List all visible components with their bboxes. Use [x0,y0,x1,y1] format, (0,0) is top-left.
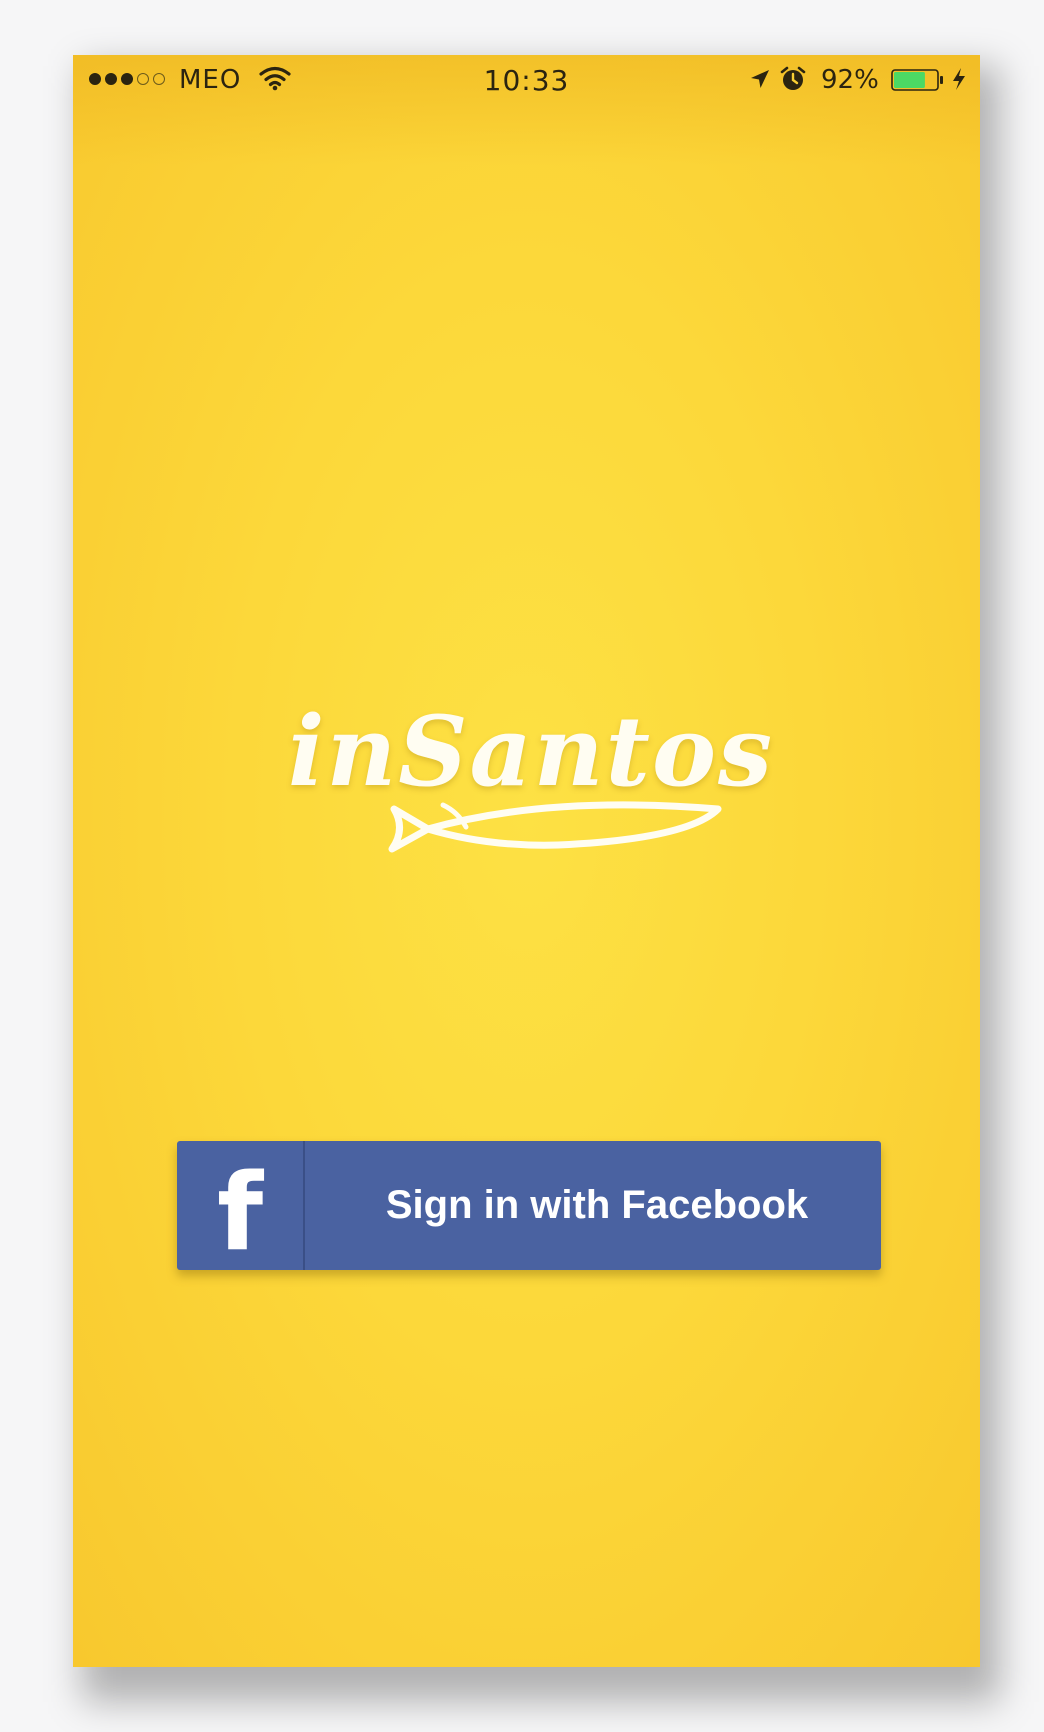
facebook-signin-button[interactable]: f Sign in with Facebook [177,1141,881,1270]
sardine-fish-icon [388,801,722,853]
facebook-signin-label: Sign in with Facebook [385,1183,809,1227]
location-arrow-icon [751,70,769,88]
bolt-icon [953,68,965,90]
app-screen: MEO 10:33 92% inSantos f Sign in with Fa… [73,55,980,1667]
alarm-clock-icon [780,66,806,90]
battery-fill [894,72,925,88]
status-bar: MEO 10:33 92% [73,55,980,105]
battery-icon [891,69,943,91]
app-logo: inSantos [288,695,772,865]
facebook-f-icon: f [177,1141,305,1270]
battery-percentage: 92% [821,65,879,95]
